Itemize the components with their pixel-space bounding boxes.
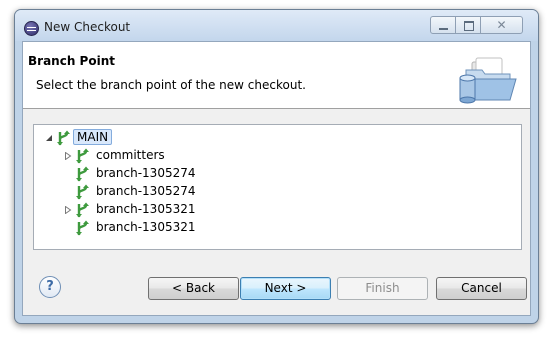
tree-node-branch[interactable]: branch-1305321 xyxy=(34,201,234,218)
minimize-button[interactable] xyxy=(430,16,456,34)
tree-node-committers[interactable]: committers xyxy=(34,147,234,164)
help-icon[interactable]: ? xyxy=(39,276,61,298)
tree-node-branch[interactable]: branch-1305274 xyxy=(34,183,234,200)
tree-node-label: branch-1305321 xyxy=(96,220,196,234)
branch-icon xyxy=(76,184,89,200)
maximize-button[interactable] xyxy=(455,16,481,34)
close-icon: ✕ xyxy=(496,18,507,32)
branch-icon xyxy=(76,148,89,164)
wizard-header: Branch Point Select the branch point of … xyxy=(23,42,530,109)
close-button[interactable]: ✕ xyxy=(480,16,523,34)
finish-button: Finish xyxy=(337,277,428,300)
tree-node-label: MAIN xyxy=(73,129,113,145)
branch-icon xyxy=(76,220,89,236)
cancel-button[interactable]: Cancel xyxy=(436,277,527,300)
folder-database-icon xyxy=(459,57,517,104)
expanded-arrow-icon[interactable] xyxy=(45,134,53,142)
tree-node-label: branch-1305274 xyxy=(96,166,196,180)
title-bar[interactable]: New Checkout ✕ xyxy=(15,10,538,41)
collapsed-arrow-icon[interactable] xyxy=(64,206,72,214)
branch-icon xyxy=(76,166,89,182)
tree-node-label: committers xyxy=(96,148,165,162)
window-title: New Checkout xyxy=(44,20,131,34)
tree-node-main[interactable]: MAIN xyxy=(34,129,234,146)
back-button[interactable]: < Back xyxy=(148,277,239,300)
tree-node-branch[interactable]: branch-1305321 xyxy=(34,219,234,236)
page-title: Branch Point xyxy=(28,54,115,68)
collapsed-arrow-icon[interactable] xyxy=(64,152,72,160)
tree-node-label: branch-1305274 xyxy=(96,184,196,198)
page-description: Select the branch point of the new check… xyxy=(36,78,306,92)
dialog-client-area: Branch Point Select the branch point of … xyxy=(22,41,531,316)
branch-icon xyxy=(57,130,70,146)
branch-tree[interactable]: MAIN committers branch-1305274 branch-13… xyxy=(33,124,522,250)
dialog-window: New Checkout ✕ Branch Point Select the b… xyxy=(14,9,539,324)
branch-icon xyxy=(76,202,89,218)
eclipse-app-icon xyxy=(24,21,39,36)
next-button[interactable]: Next > xyxy=(240,277,331,300)
tree-node-branch[interactable]: branch-1305274 xyxy=(34,165,234,182)
tree-node-label: branch-1305321 xyxy=(96,202,196,216)
